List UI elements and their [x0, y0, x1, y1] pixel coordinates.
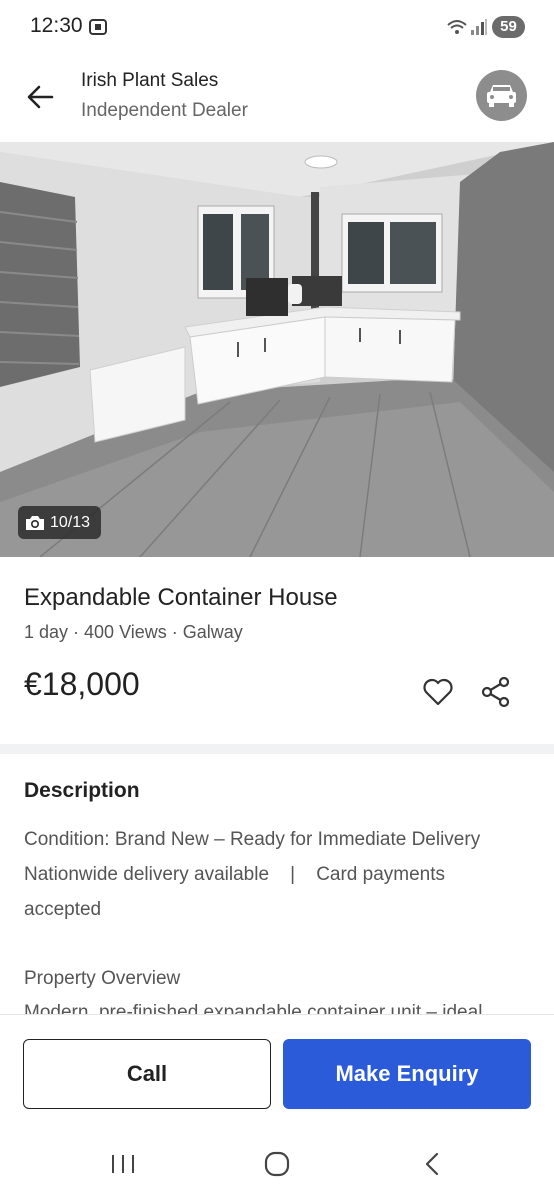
- arrow-left-icon: [27, 85, 54, 109]
- screenshot-icon: [88, 17, 108, 37]
- seller-name[interactable]: Irish Plant Sales: [81, 70, 218, 92]
- description-line: Property Overview: [24, 968, 181, 989]
- status-time: 12:30: [30, 14, 83, 37]
- signal-icon: [470, 18, 488, 41]
- wifi-icon: [446, 18, 468, 41]
- listing-price: €18,000: [24, 666, 140, 702]
- camera-icon: [26, 515, 44, 530]
- section-divider: [0, 744, 554, 754]
- listing-header: Irish Plant Sales Independent Dealer: [0, 56, 554, 142]
- listing-title: Expandable Container House: [24, 584, 338, 611]
- action-bar: Call Make Enquiry: [0, 1014, 554, 1122]
- seller-avatar[interactable]: [476, 70, 527, 121]
- car-icon: [487, 85, 516, 107]
- photo-counter: 10/13: [18, 506, 101, 539]
- share-icon: [481, 676, 510, 708]
- status-bar: 12:30 59: [0, 0, 554, 56]
- recent-apps-icon[interactable]: [110, 1152, 136, 1181]
- make-enquiry-button[interactable]: Make Enquiry: [283, 1039, 531, 1109]
- system-back-icon[interactable]: [422, 1151, 444, 1182]
- call-button[interactable]: Call: [23, 1039, 271, 1109]
- system-nav-bar: [0, 1122, 554, 1200]
- description-line: Nationwide delivery available | Card pay…: [24, 864, 446, 885]
- battery-indicator: 59: [492, 16, 525, 38]
- description-line: accepted: [24, 899, 102, 920]
- back-button[interactable]: [22, 78, 60, 116]
- seller-type: Independent Dealer: [81, 100, 248, 121]
- photo-counter-text: 10/13: [50, 513, 91, 531]
- share-button[interactable]: [478, 674, 514, 710]
- listing-meta: 1 day · 400 Views · Galway: [24, 622, 243, 642]
- description-line: Condition: Brand New – Ready for Immedia…: [24, 829, 481, 850]
- listing-photo[interactable]: 10/13: [0, 142, 554, 557]
- favourite-button[interactable]: [420, 674, 456, 710]
- description-heading: Description: [24, 779, 140, 802]
- kitchen-image: [0, 142, 554, 557]
- heart-icon: [423, 678, 453, 706]
- home-icon[interactable]: [264, 1151, 290, 1182]
